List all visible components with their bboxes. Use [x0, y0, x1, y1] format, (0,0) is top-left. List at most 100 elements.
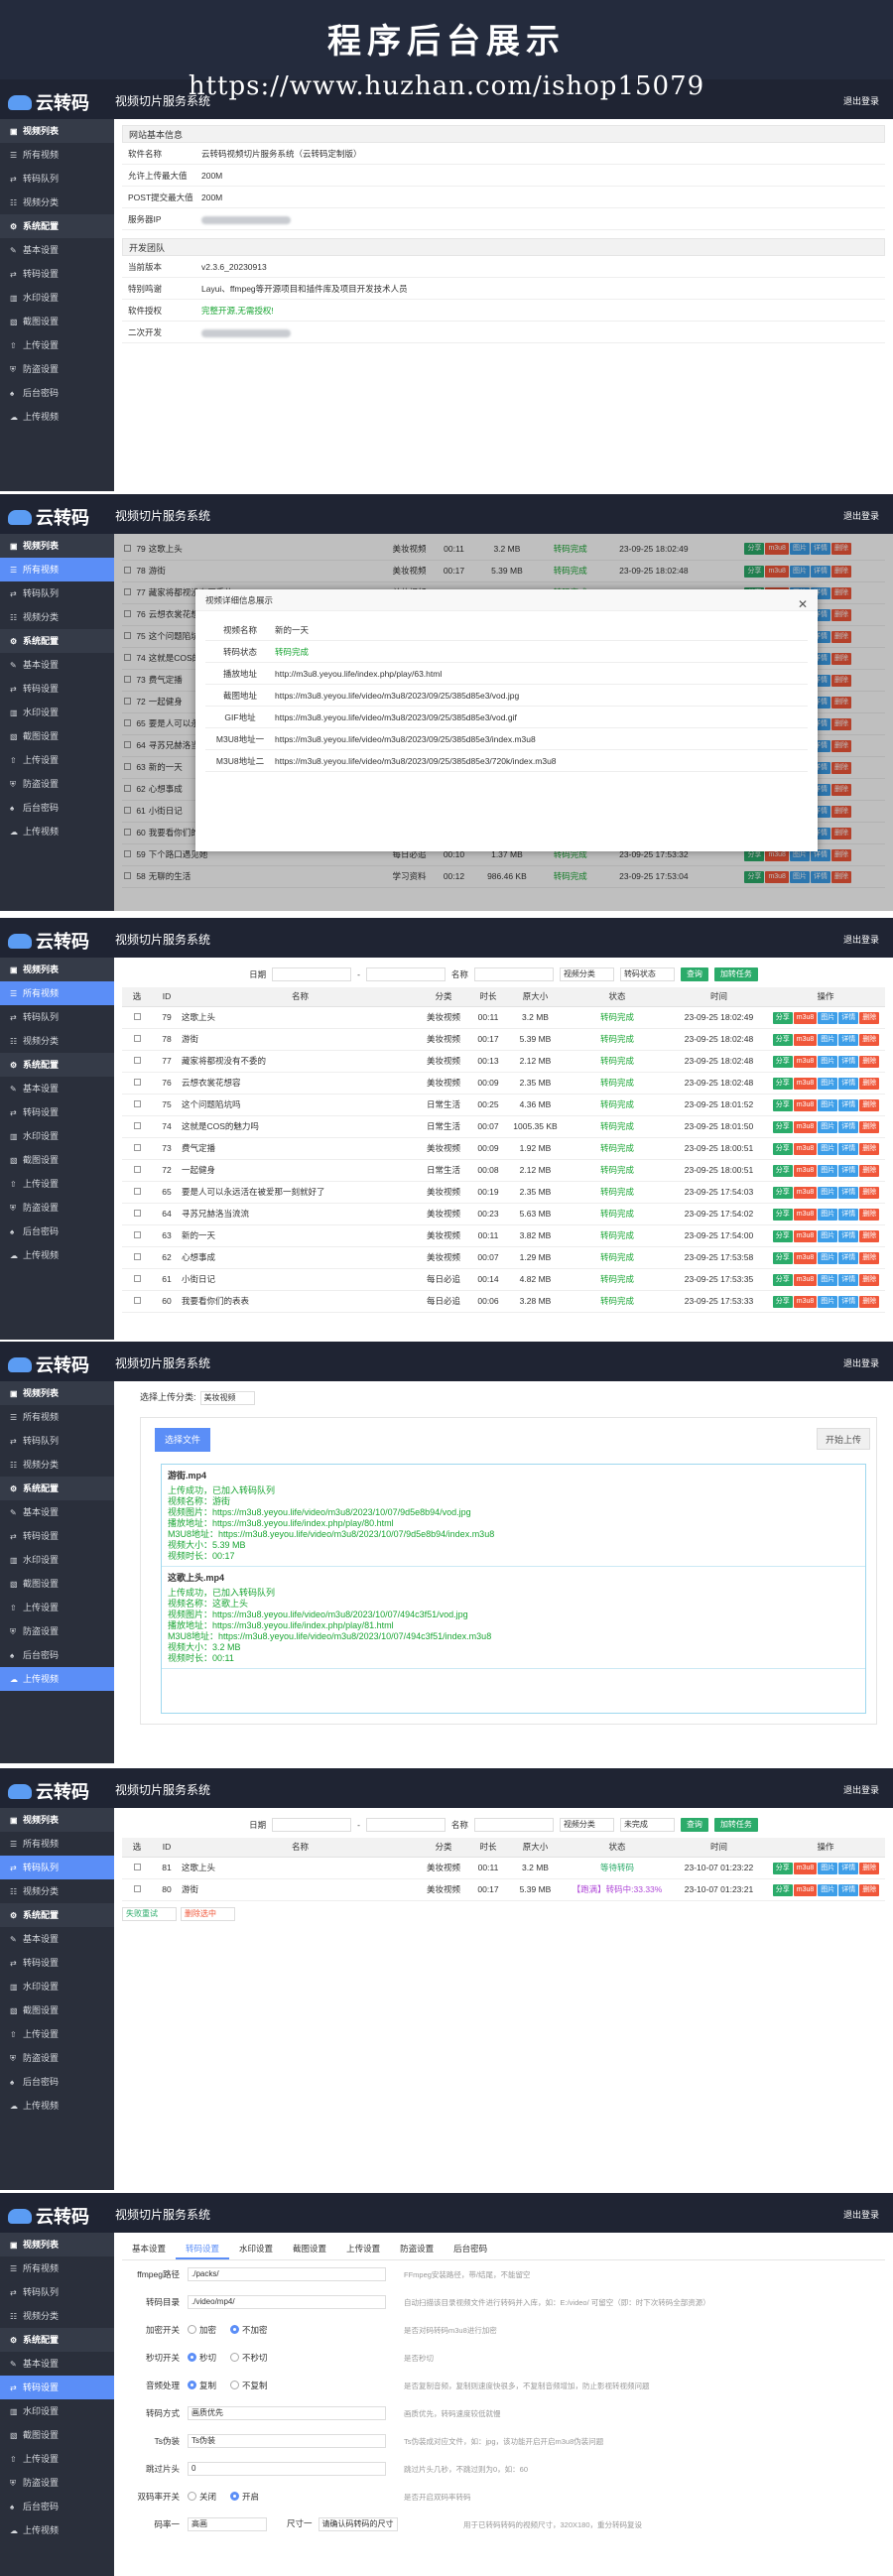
- action-button[interactable]: 详情: [838, 1120, 859, 1133]
- action-button[interactable]: 删除: [859, 1098, 880, 1111]
- sidebar-item[interactable]: ⇄ 转码设置: [0, 1524, 114, 1548]
- action-button[interactable]: 删除: [859, 1229, 880, 1242]
- action-button[interactable]: m3u8: [793, 1142, 818, 1155]
- action-button[interactable]: 详情: [838, 1229, 859, 1242]
- sidebar-item[interactable]: ▧ 截图设置: [0, 2423, 114, 2447]
- settings-tab[interactable]: 基本设置: [122, 2237, 176, 2259]
- sidebar-item[interactable]: ▧ 截图设置: [0, 1572, 114, 1596]
- sidebar-item[interactable]: ♠ 后台密码: [0, 381, 114, 405]
- sidebar-item[interactable]: ⇧ 上传设置: [0, 333, 114, 357]
- sidebar-item[interactable]: ⇧ 上传设置: [0, 2447, 114, 2471]
- sidebar-item[interactable]: ▧ 截图设置: [0, 1148, 114, 1172]
- sidebar-item[interactable]: ▥ 水印设置: [0, 701, 114, 724]
- sidebar-item[interactable]: ♠ 后台密码: [0, 1220, 114, 1243]
- logout-link[interactable]: 退出登录: [843, 933, 879, 946]
- action-button[interactable]: 分享: [772, 1142, 793, 1155]
- retry-failed-button[interactable]: 失败重试: [122, 1906, 177, 1921]
- sidebar-item[interactable]: ☁ 上传视频: [0, 2094, 114, 2118]
- sidebar-item[interactable]: ♠ 后台密码: [0, 796, 114, 820]
- app-logo[interactable]: 云转码: [8, 1352, 89, 1377]
- action-button[interactable]: 图片: [818, 1251, 838, 1264]
- action-button[interactable]: 删除: [859, 1120, 880, 1133]
- sidebar-item[interactable]: ☰ 所有视频: [0, 2256, 114, 2280]
- upload-category-select[interactable]: 美妆视频: [199, 1391, 255, 1405]
- settings-tab[interactable]: 截图设置: [283, 2237, 336, 2259]
- setting-input-2[interactable]: 请确认码转码的尺寸: [318, 2517, 398, 2531]
- sidebar-item[interactable]: ✎ 基本设置: [0, 1077, 114, 1100]
- action-button[interactable]: 详情: [838, 1142, 859, 1155]
- radio-option[interactable]: 关闭: [188, 2492, 216, 2502]
- sidebar-item[interactable]: ☷ 视频分类: [0, 191, 114, 214]
- name-input[interactable]: [473, 967, 554, 981]
- category-select[interactable]: 视频分类: [559, 967, 614, 981]
- row-checkbox[interactable]: [133, 1253, 141, 1260]
- logout-link[interactable]: 退出登录: [843, 2208, 879, 2221]
- radio-button[interactable]: [230, 2325, 240, 2334]
- action-button[interactable]: 详情: [838, 1011, 859, 1024]
- sidebar-item[interactable]: ⇄ 转码队列: [0, 1005, 114, 1029]
- action-button[interactable]: 图片: [818, 1862, 838, 1874]
- action-button[interactable]: m3u8: [793, 1251, 818, 1264]
- app-logo[interactable]: 云转码: [8, 504, 89, 530]
- sidebar-item[interactable]: ☷ 视频分类: [0, 1453, 114, 1477]
- action-button[interactable]: m3u8: [793, 1883, 818, 1896]
- action-button[interactable]: 详情: [838, 1208, 859, 1221]
- action-button[interactable]: 图片: [818, 1055, 838, 1068]
- settings-tab[interactable]: 上传设置: [336, 2237, 390, 2259]
- action-button[interactable]: 图片: [818, 1011, 838, 1024]
- row-checkbox[interactable]: [133, 1864, 141, 1870]
- action-button[interactable]: 删除: [859, 1295, 880, 1308]
- sidebar-item[interactable]: ⇄ 转码设置: [0, 1951, 114, 1975]
- sidebar-item[interactable]: ▥ 水印设置: [0, 1975, 114, 1998]
- action-button[interactable]: 分享: [772, 1120, 793, 1133]
- action-button[interactable]: 图片: [818, 1208, 838, 1221]
- date-end-input[interactable]: [365, 1818, 446, 1832]
- sidebar-item[interactable]: ☁ 上传视频: [0, 820, 114, 843]
- sidebar-item[interactable]: ⛨ 防盗设置: [0, 1196, 114, 1220]
- action-button[interactable]: 分享: [772, 1077, 793, 1090]
- sidebar-item[interactable]: ▧ 截图设置: [0, 724, 114, 748]
- sidebar-item[interactable]: ⇄ 转码设置: [0, 677, 114, 701]
- action-button[interactable]: 详情: [838, 1273, 859, 1286]
- action-button[interactable]: 删除: [859, 1055, 880, 1068]
- sidebar-item[interactable]: ☷ 视频分类: [0, 2304, 114, 2328]
- action-button[interactable]: 分享: [772, 1295, 793, 1308]
- row-checkbox[interactable]: [133, 1275, 141, 1282]
- sidebar-item[interactable]: ⇧ 上传设置: [0, 748, 114, 772]
- sidebar-item[interactable]: ☰ 所有视频: [0, 1832, 114, 1856]
- app-logo[interactable]: 云转码: [8, 1778, 89, 1804]
- action-button[interactable]: 分享: [772, 1186, 793, 1199]
- sidebar-item[interactable]: ☷ 视频分类: [0, 605, 114, 629]
- action-button[interactable]: 图片: [818, 1033, 838, 1046]
- action-button[interactable]: 分享: [772, 1883, 793, 1896]
- radio-option[interactable]: 开启: [230, 2492, 259, 2502]
- setting-input[interactable]: ./packs/: [188, 2267, 386, 2281]
- action-button[interactable]: 详情: [838, 1098, 859, 1111]
- settings-tab[interactable]: 后台密码: [444, 2237, 497, 2259]
- setting-input[interactable]: Ts伪装: [188, 2434, 386, 2448]
- action-button[interactable]: 删除: [859, 1208, 880, 1221]
- action-button[interactable]: 删除: [859, 1883, 880, 1896]
- sidebar-item[interactable]: ▣ 视频列表: [0, 534, 114, 558]
- action-button[interactable]: 分享: [772, 1251, 793, 1264]
- date-start-input[interactable]: [272, 1818, 352, 1832]
- sidebar-item[interactable]: ⛨ 防盗设置: [0, 772, 114, 796]
- sidebar-item[interactable]: ☁ 上传视频: [0, 405, 114, 429]
- sidebar-item[interactable]: ⇧ 上传设置: [0, 2022, 114, 2046]
- sidebar-item[interactable]: ⚙ 系统配置: [0, 2328, 114, 2352]
- settings-tab[interactable]: 防盗设置: [390, 2237, 444, 2259]
- action-button[interactable]: 详情: [838, 1186, 859, 1199]
- row-checkbox[interactable]: [133, 1013, 141, 1020]
- action-button[interactable]: 删除: [859, 1862, 880, 1874]
- sidebar-item[interactable]: ⇄ 转码队列: [0, 581, 114, 605]
- action-button[interactable]: m3u8: [793, 1033, 818, 1046]
- row-checkbox[interactable]: [133, 1100, 141, 1107]
- radio-button[interactable]: [230, 2353, 240, 2362]
- radio-option[interactable]: 不秒切: [230, 2353, 268, 2363]
- sidebar-item[interactable]: ☷ 视频分类: [0, 1029, 114, 1053]
- action-button[interactable]: 分享: [772, 1164, 793, 1177]
- radio-button[interactable]: [230, 2381, 240, 2389]
- logout-link[interactable]: 退出登录: [843, 1356, 879, 1369]
- sidebar-item[interactable]: ⛨ 防盗设置: [0, 2046, 114, 2070]
- action-button[interactable]: m3u8: [793, 1077, 818, 1090]
